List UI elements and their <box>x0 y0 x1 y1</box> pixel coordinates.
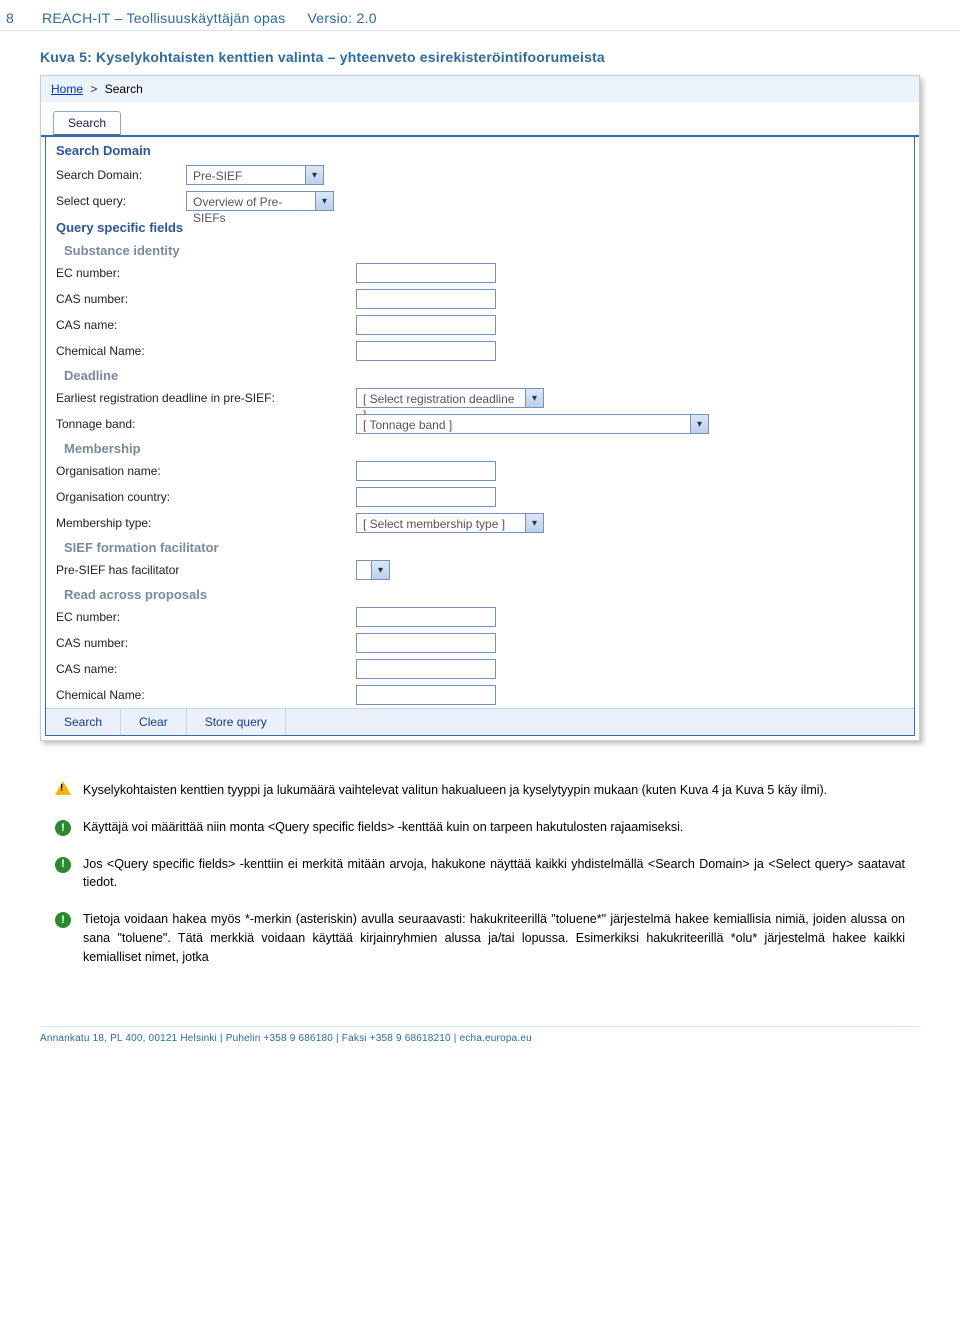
label-cas-number-2: CAS number: <box>56 636 356 650</box>
label-deadline: Earliest registration deadline in pre-SI… <box>56 391 356 405</box>
page-number: 8 <box>6 10 20 26</box>
select-has-facilitator-value <box>356 560 372 580</box>
info-icon: ! <box>55 912 71 928</box>
input-cas-name[interactable] <box>356 315 496 335</box>
note-text: Käyttäjä voi määrittää niin monta <Query… <box>83 818 905 837</box>
note-text: Tietoja voidaan hakea myös *-merkin (ast… <box>83 910 905 966</box>
reachit-screenshot: Home > Search Search Search Domain Searc… <box>40 75 920 741</box>
row-search-domain: Search Domain: Pre-SIEF ▾ <box>46 162 914 188</box>
select-search-domain-value: Pre-SIEF <box>186 165 306 185</box>
label-org-name: Organisation name: <box>56 464 356 478</box>
note-item: ! Käyttäjä voi määrittää niin monta <Que… <box>55 818 905 837</box>
row-tonnage: Tonnage band: [ Tonnage band ] ▾ <box>46 411 914 437</box>
input-org-country[interactable] <box>356 487 496 507</box>
input-cas-number-2[interactable] <box>356 633 496 653</box>
page-header: 8 REACH-IT – Teollisuuskäyttäjän opas Ve… <box>0 0 960 31</box>
input-org-name[interactable] <box>356 461 496 481</box>
label-cas-name-2: CAS name: <box>56 662 356 676</box>
info-icon: ! <box>55 857 71 873</box>
label-cas-number: CAS number: <box>56 292 356 306</box>
label-chemical-name-2: Chemical Name: <box>56 688 356 702</box>
row-select-query: Select query: Overview of Pre-SIEFs ▾ <box>46 188 914 214</box>
subgroup-substance-identity: Substance identity <box>46 239 914 260</box>
label-ec-number: EC number: <box>56 266 356 280</box>
input-cas-number[interactable] <box>356 289 496 309</box>
label-has-facilitator: Pre-SIEF has facilitator <box>56 563 356 577</box>
search-panel: Search Domain Search Domain: Pre-SIEF ▾ … <box>45 137 915 736</box>
note-item: ! Jos <Query specific fields> -kenttiin … <box>55 855 905 893</box>
row-membership-type: Membership type: [ Select membership typ… <box>46 510 914 536</box>
select-select-query[interactable]: Overview of Pre-SIEFs ▾ <box>186 191 334 211</box>
row-cas-name: CAS name: <box>46 312 914 338</box>
group-search-domain: Search Domain <box>46 137 914 162</box>
breadcrumb-current: Search <box>105 82 143 96</box>
chevron-down-icon[interactable]: ▾ <box>372 560 390 580</box>
row-ec-number: EC number: <box>46 260 914 286</box>
label-cas-name: CAS name: <box>56 318 356 332</box>
page-footer: Annankatu 18, PL 400, 00121 Helsinki | P… <box>40 1026 920 1044</box>
row-cas-name-2: CAS name: <box>46 656 914 682</box>
subgroup-membership: Membership <box>46 437 914 458</box>
label-org-country: Organisation country: <box>56 490 356 504</box>
warning-icon: ! <box>55 781 71 800</box>
subgroup-read-across: Read across proposals <box>46 583 914 604</box>
row-org-name: Organisation name: <box>46 458 914 484</box>
row-cas-number: CAS number: <box>46 286 914 312</box>
subgroup-deadline: Deadline <box>46 364 914 385</box>
search-button[interactable]: Search <box>46 709 121 735</box>
chevron-down-icon[interactable]: ▾ <box>691 414 709 434</box>
row-chemical-name: Chemical Name: <box>46 338 914 364</box>
button-bar: Search Clear Store query <box>46 708 914 735</box>
tab-bar: Search <box>41 104 919 137</box>
figure-caption: Kuva 5: Kyselykohtaisten kenttien valint… <box>0 49 960 75</box>
row-chemical-name-2: Chemical Name: <box>46 682 914 708</box>
notes-list: ! Kyselykohtaisten kenttien tyyppi ja lu… <box>55 781 905 966</box>
select-deadline[interactable]: [ Select registration deadline ] ▾ <box>356 388 544 408</box>
input-chemical-name-2[interactable] <box>356 685 496 705</box>
label-tonnage: Tonnage band: <box>56 417 356 431</box>
label-membership-type: Membership type: <box>56 516 356 530</box>
note-text: Kyselykohtaisten kenttien tyyppi ja luku… <box>83 781 905 800</box>
select-select-query-value: Overview of Pre-SIEFs <box>186 191 316 211</box>
info-icon: ! <box>55 820 71 836</box>
chevron-down-icon[interactable]: ▾ <box>306 165 324 185</box>
select-has-facilitator[interactable]: ▾ <box>356 560 390 580</box>
select-tonnage-value: [ Tonnage band ] <box>356 414 691 434</box>
note-item: ! Tietoja voidaan hakea myös *-merkin (a… <box>55 910 905 966</box>
row-org-country: Organisation country: <box>46 484 914 510</box>
row-deadline: Earliest registration deadline in pre-SI… <box>46 385 914 411</box>
select-tonnage[interactable]: [ Tonnage band ] ▾ <box>356 414 709 434</box>
input-chemical-name[interactable] <box>356 341 496 361</box>
doc-title: REACH-IT – Teollisuuskäyttäjän opas <box>42 10 285 26</box>
select-membership-type[interactable]: [ Select membership type ] ▾ <box>356 513 544 533</box>
note-item: ! Kyselykohtaisten kenttien tyyppi ja lu… <box>55 781 905 800</box>
tab-search[interactable]: Search <box>53 111 121 136</box>
select-deadline-value: [ Select registration deadline ] <box>356 388 526 408</box>
input-cas-name-2[interactable] <box>356 659 496 679</box>
select-search-domain[interactable]: Pre-SIEF ▾ <box>186 165 324 185</box>
input-ec-number-2[interactable] <box>356 607 496 627</box>
input-ec-number[interactable] <box>356 263 496 283</box>
note-text: Jos <Query specific fields> -kenttiin ei… <box>83 855 905 893</box>
row-has-facilitator: Pre-SIEF has facilitator ▾ <box>46 557 914 583</box>
subgroup-sief-facilitator: SIEF formation facilitator <box>46 536 914 557</box>
group-query-fields: Query specific fields <box>46 214 914 239</box>
chevron-down-icon[interactable]: ▾ <box>526 513 544 533</box>
label-ec-number-2: EC number: <box>56 610 356 624</box>
version-label: Versio: 2.0 <box>307 10 376 26</box>
breadcrumb-home-link[interactable]: Home <box>51 82 83 96</box>
row-ec-number-2: EC number: <box>46 604 914 630</box>
row-cas-number-2: CAS number: <box>46 630 914 656</box>
chevron-down-icon[interactable]: ▾ <box>526 388 544 408</box>
store-query-button[interactable]: Store query <box>187 709 286 735</box>
breadcrumb-separator: > <box>90 82 97 96</box>
clear-button[interactable]: Clear <box>121 709 187 735</box>
chevron-down-icon[interactable]: ▾ <box>316 191 334 211</box>
label-search-domain: Search Domain: <box>56 168 186 182</box>
breadcrumb: Home > Search <box>41 76 919 102</box>
label-select-query: Select query: <box>56 194 186 208</box>
select-membership-type-value: [ Select membership type ] <box>356 513 526 533</box>
label-chemical-name: Chemical Name: <box>56 344 356 358</box>
